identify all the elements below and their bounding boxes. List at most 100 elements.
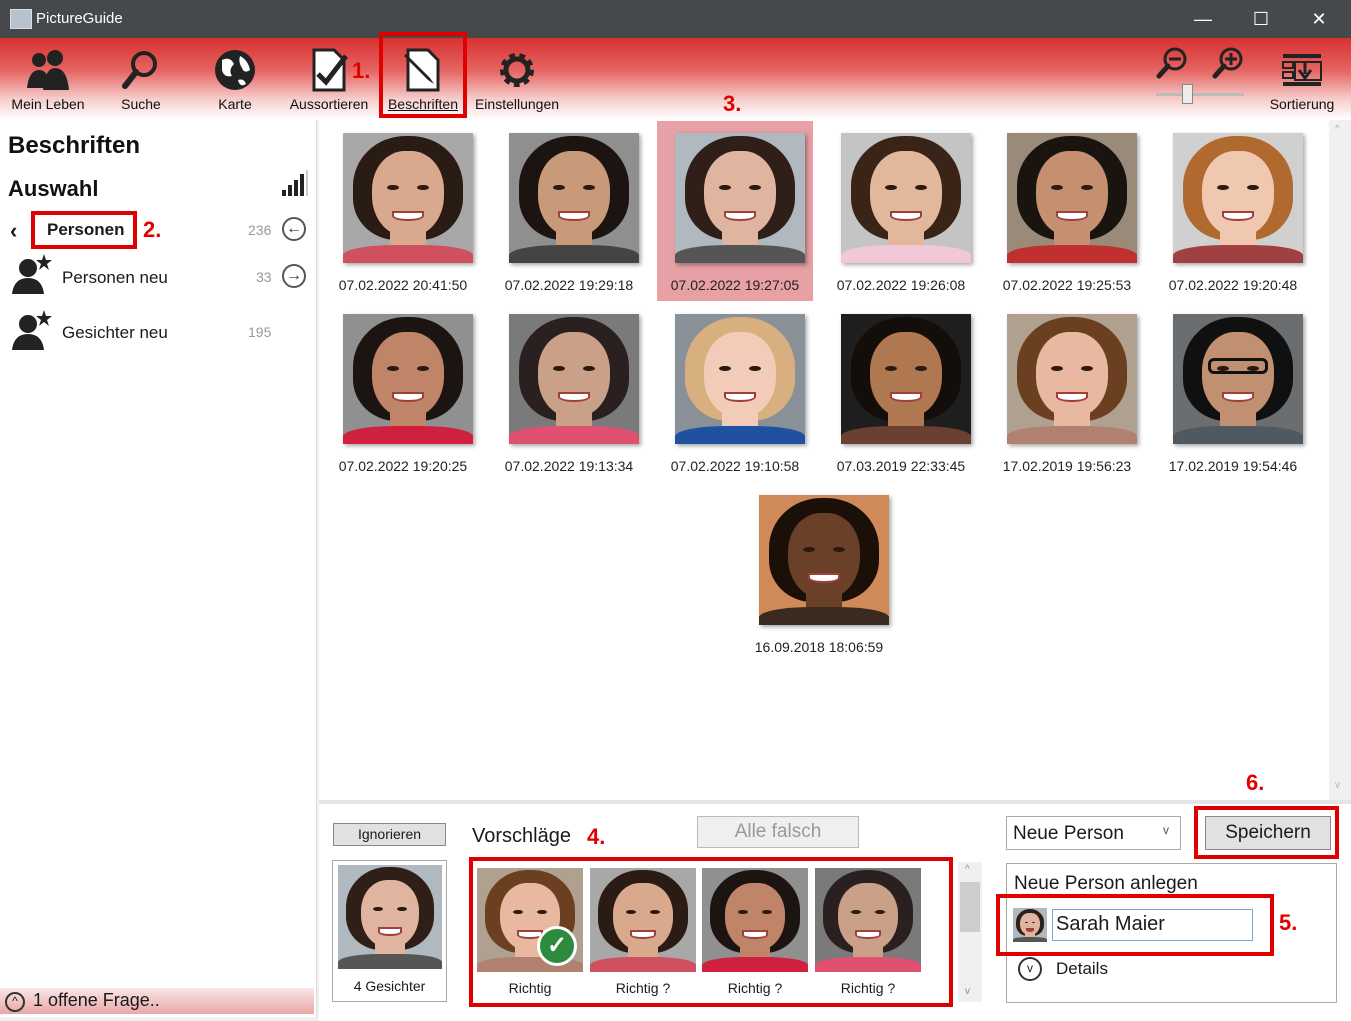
suggestions-scroll-thumb[interactable]: [960, 882, 980, 932]
annotation-box-2: [31, 211, 137, 249]
section-title: Auswahl: [8, 176, 99, 201]
face-image: [841, 314, 971, 444]
face-image: [1173, 133, 1303, 263]
sortierung-button[interactable]: Sortierung: [1256, 44, 1348, 116]
zoom-in-icon[interactable]: [1212, 46, 1246, 80]
photo-date: 07.02.2022 19:29:18: [504, 277, 634, 293]
photo-date: 17.02.2019 19:54:46: [1168, 458, 1298, 474]
person-select[interactable]: Neue Person v: [1006, 816, 1181, 850]
photo-thumbnail[interactable]: 07.02.2022 19:25:53: [989, 121, 1145, 301]
sidebar: Beschriften Auswahl ‹ Personen 236 ← Per…: [0, 120, 317, 1017]
photo-thumbnail[interactable]: 07.02.2022 19:26:08: [823, 121, 979, 301]
photo-thumbnail[interactable]: 07.02.2022 19:20:25: [325, 302, 481, 482]
photo-date: 07.02.2022 20:41:50: [338, 277, 468, 293]
annotation-4: 4.: [587, 824, 606, 849]
details-toggle[interactable]: Details: [1056, 959, 1108, 979]
mein-leben-button[interactable]: Mein Leben: [2, 44, 94, 116]
ignore-button[interactable]: Ignorieren: [333, 823, 446, 846]
photo-thumbnail[interactable]: 07.02.2022 19:27:05: [657, 121, 813, 301]
face-image: [1007, 133, 1137, 263]
document-check-icon: [312, 48, 348, 92]
annotation-3: 3.: [723, 91, 742, 116]
zoom-slider-thumb[interactable]: [1181, 84, 1193, 104]
face-image: [759, 495, 889, 625]
photo-thumbnail[interactable]: 07.02.2022 19:13:34: [491, 302, 647, 482]
new-person-title: Neue Person anlegen: [1014, 873, 1198, 894]
annotation-5: 5.: [1279, 910, 1298, 935]
faces-count: 4 Gesichter: [353, 978, 426, 994]
all-wrong-button[interactable]: Alle falsch: [697, 816, 859, 848]
arrow-right-icon[interactable]: →: [282, 264, 306, 288]
photo-date: 07.02.2022 19:20:25: [338, 458, 468, 474]
globe-icon: [215, 50, 255, 90]
face-image: [1007, 314, 1137, 444]
close-button[interactable]: ✕: [1290, 0, 1348, 38]
face-image: [509, 133, 639, 263]
photo-thumbnail[interactable]: 07.02.2022 20:41:50: [325, 121, 481, 301]
photo-date: 07.02.2022 19:20:48: [1168, 277, 1298, 293]
sort-icon: [1282, 54, 1322, 86]
person-select-value: Neue Person: [1013, 823, 1124, 844]
photo-thumbnail[interactable]: 07.02.2022 19:29:18: [491, 121, 647, 301]
sidebar-item-personen-neu[interactable]: Personen neu: [62, 268, 168, 288]
back-chevron-icon[interactable]: ‹: [10, 218, 17, 244]
window-title: PictureGuide: [36, 10, 123, 27]
annotation-box-5: [996, 894, 1274, 956]
open-questions-label[interactable]: 1 offene Frage..: [33, 990, 160, 1011]
zoom-slider[interactable]: [1156, 93, 1244, 96]
app-icon: [10, 9, 32, 29]
photo-date: 07.02.2022 19:25:53: [1002, 277, 1132, 293]
annotation-2: 2.: [143, 217, 162, 242]
photo-thumbnail[interactable]: 07.02.2022 19:10:58: [657, 302, 813, 482]
photo-date: 07.02.2022 19:13:34: [504, 458, 634, 474]
people-icon: [27, 50, 69, 90]
face-image: [343, 133, 473, 263]
photo-thumbnail[interactable]: 17.02.2019 19:56:23: [989, 302, 1145, 482]
annotation-box-1: [379, 32, 467, 118]
photo-thumbnail[interactable]: 07.03.2019 22:33:45: [823, 302, 979, 482]
scroll-down-icon[interactable]: v: [965, 986, 970, 997]
suggestions-title: Vorschläge: [472, 825, 571, 847]
suggestions-scrollbar[interactable]: ^ v: [958, 862, 982, 1002]
sidebar-item-gesichter-neu[interactable]: Gesichter neu: [62, 323, 168, 343]
suche-label: Suche: [121, 96, 161, 112]
suche-button[interactable]: Suche: [95, 44, 187, 116]
karte-label: Karte: [218, 96, 252, 112]
annotation-box-4: [469, 857, 953, 1007]
grid-scrollbar[interactable]: ^ v: [1329, 120, 1351, 800]
search-icon: [122, 51, 157, 89]
face-image: [1173, 314, 1303, 444]
photo-date: 16.09.2018 18:06:59: [754, 639, 884, 655]
face-image: [675, 133, 805, 263]
arrow-left-icon[interactable]: ←: [282, 217, 306, 241]
face-image: [509, 314, 639, 444]
face-image: [343, 314, 473, 444]
zoom-out-icon[interactable]: [1156, 46, 1190, 80]
scroll-up-icon[interactable]: ^: [965, 864, 970, 875]
annotation-box-6: [1194, 806, 1339, 859]
einstellungen-button[interactable]: Einstellungen: [471, 44, 563, 116]
photo-thumbnail[interactable]: 16.09.2018 18:06:59: [741, 483, 897, 663]
mein-leben-label: Mein Leben: [11, 96, 85, 112]
photo-date: 07.02.2022 19:27:05: [670, 277, 800, 293]
photo-thumbnail[interactable]: 07.02.2022 19:20:48: [1155, 121, 1311, 301]
photo-date: 07.02.2022 19:26:08: [836, 277, 966, 293]
personen-neu-count: 33: [256, 269, 272, 285]
photo-date: 07.03.2019 22:33:45: [836, 458, 966, 474]
personen-count: 236: [248, 222, 272, 238]
current-face-image: [338, 865, 442, 969]
gear-icon: [500, 53, 534, 87]
face-image: [841, 133, 971, 263]
annotation-6: 6.: [1246, 770, 1265, 795]
maximize-button[interactable]: ☐: [1232, 0, 1290, 38]
person-star-icon: [12, 310, 52, 350]
chevron-up-icon[interactable]: ^: [5, 992, 25, 1012]
chevron-down-icon[interactable]: v: [1018, 957, 1042, 981]
scroll-up-icon[interactable]: ^: [1335, 124, 1340, 135]
photo-thumbnail[interactable]: 17.02.2019 19:54:46: [1155, 302, 1311, 482]
minimize-button[interactable]: —: [1174, 0, 1232, 38]
photo-grid: 07.02.2022 20:41:50 07.02.2022 19:29:18 07…: [319, 120, 1329, 800]
karte-button[interactable]: Karte: [189, 44, 281, 116]
photo-date: 07.02.2022 19:10:58: [670, 458, 800, 474]
scroll-down-icon[interactable]: v: [1335, 780, 1340, 791]
